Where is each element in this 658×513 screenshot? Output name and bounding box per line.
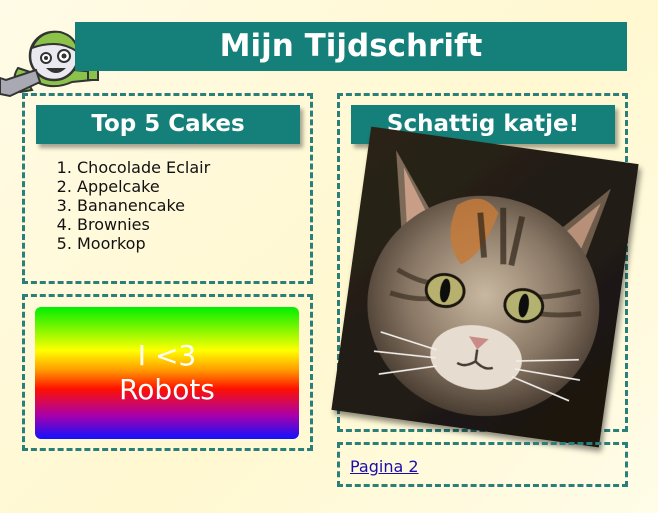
list-item: Chocolade Eclair [77, 158, 210, 177]
list-item: Appelcake [77, 177, 210, 196]
robots-line-2: Robots [119, 373, 215, 406]
kitten-panel: Schattig katje! [337, 93, 628, 432]
kitten-title: Schattig katje! [351, 105, 615, 144]
cakes-panel: Top 5 Cakes Chocolade Eclair Appelcake B… [22, 93, 313, 284]
robots-banner: I <3 Robots [35, 307, 299, 439]
cakes-title: Top 5 Cakes [36, 105, 300, 144]
cakes-list: Chocolade Eclair Appelcake Bananencake B… [35, 158, 210, 253]
page-2-link[interactable]: Pagina 2 [350, 457, 419, 476]
list-item: Brownies [77, 215, 210, 234]
page-title: Mijn Tijdschrift [75, 22, 627, 71]
pagination-panel: Pagina 2 [337, 442, 628, 487]
robots-panel: I <3 Robots [22, 294, 313, 451]
robots-line-1: I <3 [137, 339, 197, 372]
list-item: Moorkop [77, 234, 210, 253]
list-item: Bananencake [77, 196, 210, 215]
